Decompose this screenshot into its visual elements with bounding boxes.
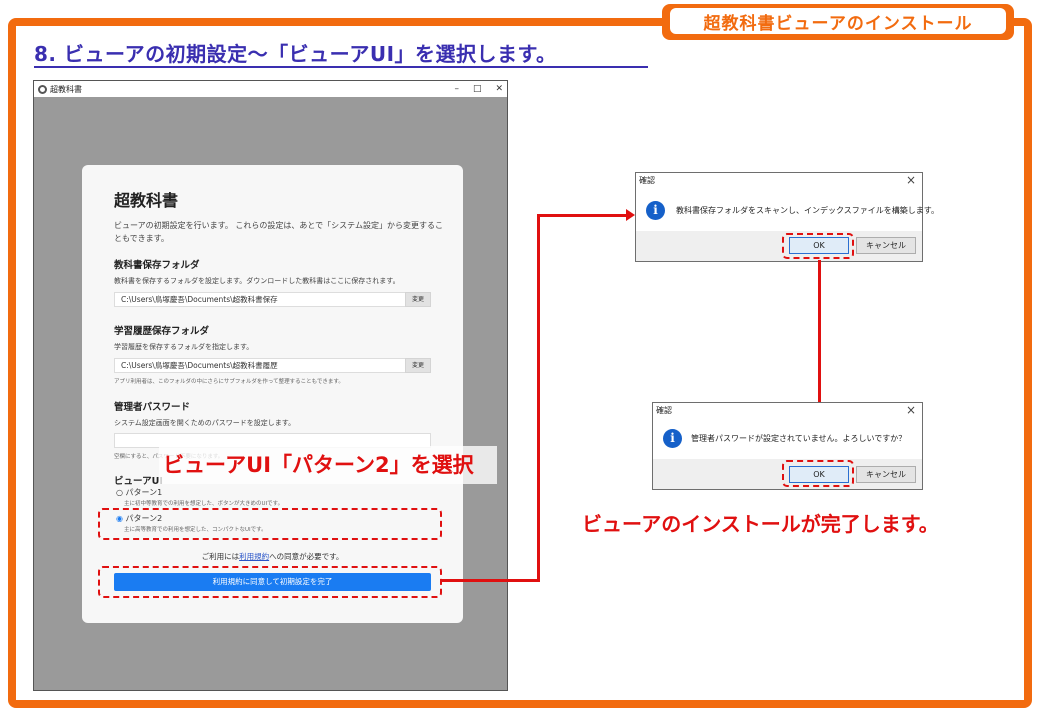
pattern2-highlight <box>98 508 442 540</box>
close-button[interactable]: ✕ <box>495 84 503 94</box>
admin-password-title: 管理者パスワード <box>114 402 191 413</box>
app-titlebar: 超教科書 – □ ✕ <box>34 81 507 97</box>
confirm-dialog-scan: 確認 × i 教科書保存フォルダをスキャンし、インデックスファイルを構築します。… <box>635 172 939 262</box>
history-folder-title: 学習履歴保存フォルダ <box>114 326 210 337</box>
maximize-button[interactable]: □ <box>473 84 482 94</box>
admin-password-desc: システム設定画面を開くためのパスワードを設定します。 <box>114 419 296 427</box>
textbook-folder-field[interactable]: C:\Users\鳥塚慶吾\Documents\超教科書保存 <box>114 292 406 307</box>
info-icon: i <box>646 201 665 220</box>
agree-prefix: ご利用には <box>201 552 240 561</box>
card-description: ビューアの初期設定を行います。 これらの設定は、あとで「システム設定」から変更す… <box>114 221 443 243</box>
dialog1-cancel-button[interactable]: キャンセル <box>856 237 916 254</box>
terms-link[interactable]: 利用規約 <box>239 552 269 561</box>
radio-pattern1-label: パターン1 <box>125 488 163 497</box>
radio-pattern1[interactable]: ○ パターン1 <box>116 487 162 498</box>
app-logo-icon <box>38 84 47 94</box>
connector-to-dialog1 <box>537 214 627 217</box>
connector-horizontal <box>442 579 540 582</box>
step-heading: 8. ビューアの初期設定〜「ビューアUI」を選択します。 <box>34 38 648 68</box>
history-folder-field[interactable]: C:\Users\鳥塚慶吾\Documents\超教科書履歴 <box>114 358 406 373</box>
window-controls: – □ ✕ <box>454 81 503 97</box>
agree-suffix: への同意が必要です。 <box>269 552 344 561</box>
app-window-title: 超教科書 <box>50 84 82 94</box>
close-icon[interactable]: × <box>906 403 916 417</box>
finish-button-highlight <box>98 566 442 598</box>
card-title: 超教科書 <box>114 191 179 210</box>
banner-title: 超教科書ビューアのインストール <box>670 8 1006 34</box>
dialog2-title: 確認 <box>656 406 672 415</box>
dialog2-cancel-button[interactable]: キャンセル <box>856 466 916 483</box>
radio-pattern1-desc: 主に初中等教育での利用を想定した、ボタンが大きめのUIです。 <box>124 501 284 507</box>
app-window: 超教科書 – □ ✕ 超教科書 ビューアの初期設定を行います。 これらの設定は、… <box>33 80 508 691</box>
history-folder-note: アプリ利用者は、このフォルダの中にさらにサブフォルダを作って整理することもできま… <box>114 379 344 385</box>
viewer-ui-title: ビューアUI <box>114 476 163 487</box>
history-folder-change-button[interactable]: 変更 <box>405 358 431 373</box>
select-pattern-callout: ビューアUI「パターン2」を選択 <box>159 446 497 484</box>
connector-vertical <box>537 214 540 582</box>
textbook-folder-change-button[interactable]: 変更 <box>405 292 431 307</box>
arrow-to-dialog1 <box>626 209 635 221</box>
dialog2-message: 管理者パスワードが設定されていません。よろしいですか？ <box>691 434 907 443</box>
complete-message: ビューアのインストールが完了します。 <box>582 512 939 536</box>
textbook-folder-desc: 教科書を保存するフォルダを設定します。ダウンロードした教科書はここに保存されます… <box>114 277 400 285</box>
agree-note: ご利用には利用規約への同意が必要です。 <box>82 551 463 562</box>
dialog1-ok-highlight <box>782 233 854 259</box>
dialog2-ok-highlight <box>782 460 854 487</box>
dialog1-message: 教科書保存フォルダをスキャンし、インデックスファイルを構築します。 <box>676 206 939 215</box>
history-folder-desc: 学習履歴を保存するフォルダを指定します。 <box>114 343 254 351</box>
close-icon[interactable]: × <box>906 173 916 187</box>
dialog1-title: 確認 <box>639 176 655 185</box>
textbook-folder-title: 教科書保存フォルダ <box>114 260 200 271</box>
setup-card: 超教科書 ビューアの初期設定を行います。 これらの設定は、あとで「システム設定」… <box>82 165 463 623</box>
info-icon: i <box>663 429 682 448</box>
dialog1-footer: OK キャンセル <box>636 231 922 261</box>
minimize-button[interactable]: – <box>454 84 459 94</box>
